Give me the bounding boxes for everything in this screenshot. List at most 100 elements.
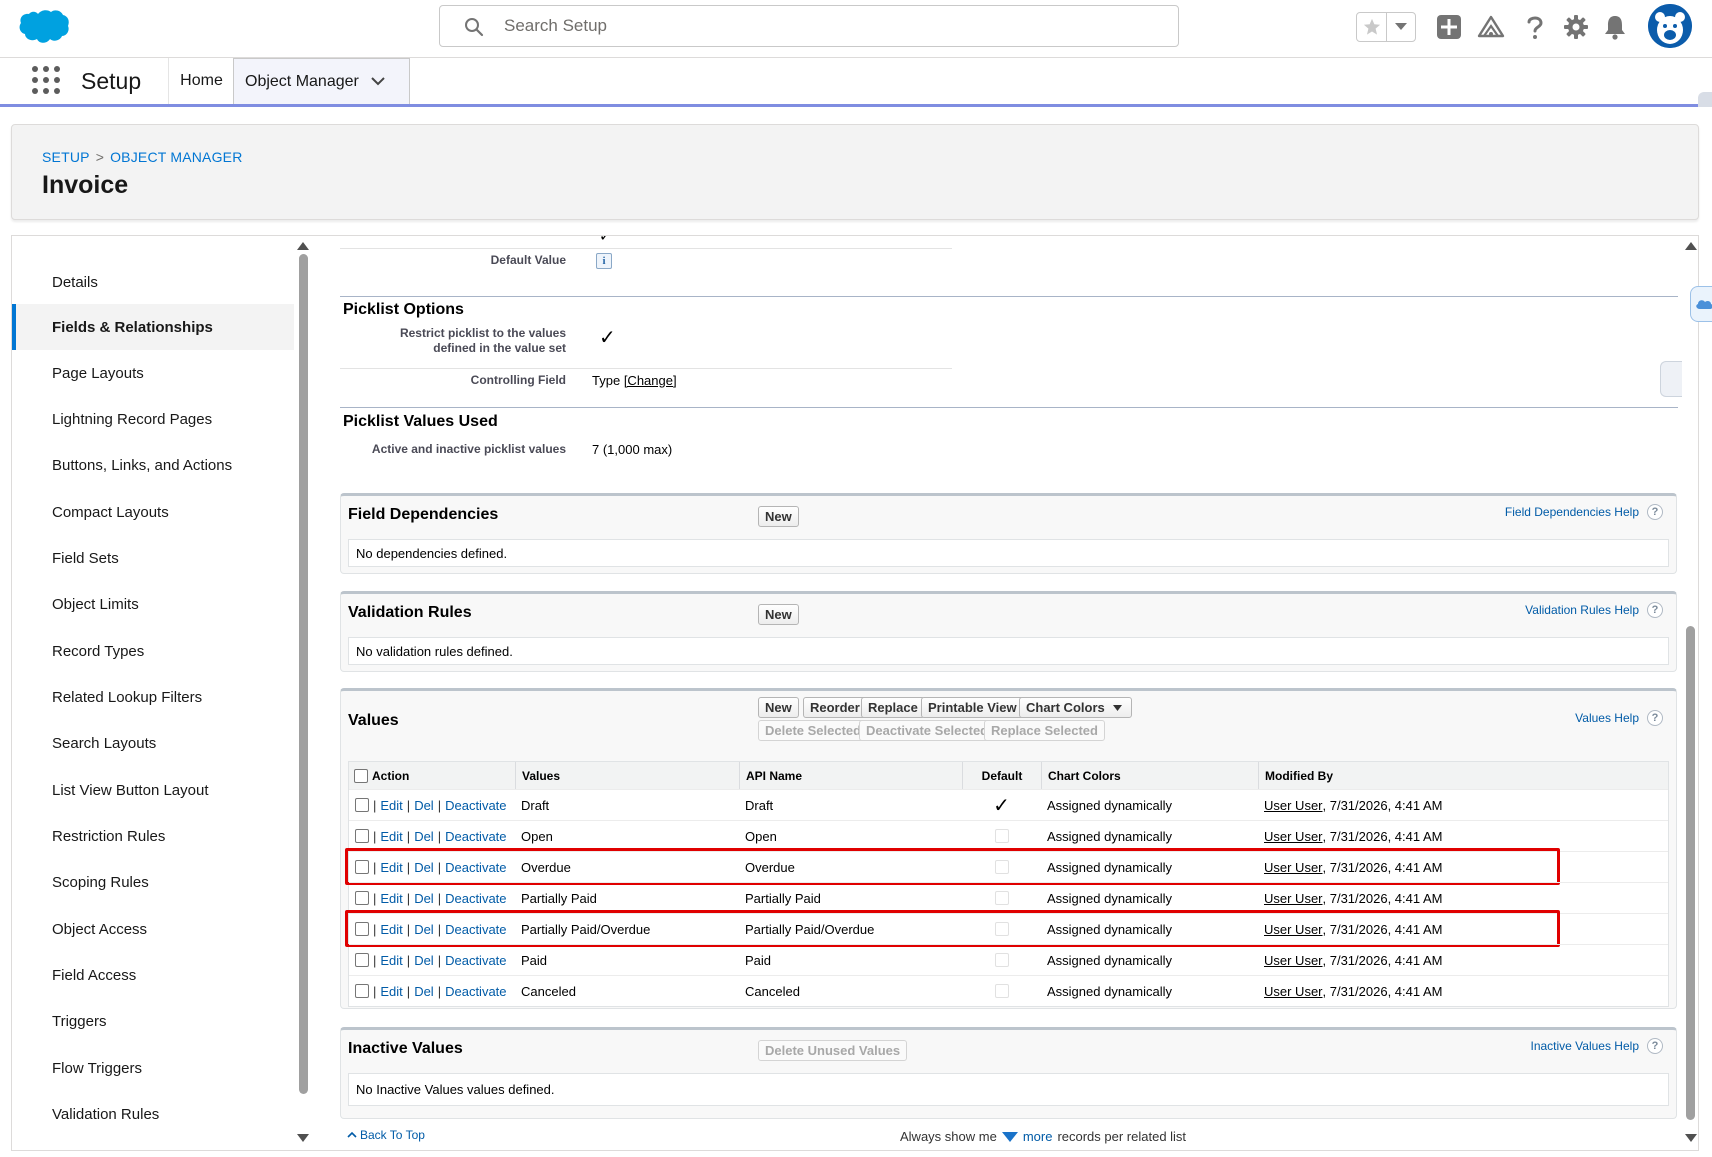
help-icon[interactable] [1520, 12, 1550, 42]
modified-by-user-link[interactable]: User User [1264, 891, 1323, 906]
cloud-handle-icon[interactable] [1690, 286, 1712, 322]
modified-by-user-link[interactable]: User User [1264, 798, 1323, 813]
back-to-top-link[interactable]: Back To Top [347, 1128, 425, 1142]
deactivate-link[interactable]: Deactivate [445, 829, 506, 844]
scroll-up-arrow-icon[interactable] [1685, 242, 1697, 250]
nav-item-buttons-links-actions[interactable]: Buttons, Links, and Actions [12, 442, 294, 488]
deactivate-link[interactable]: Deactivate [445, 798, 506, 813]
del-link[interactable]: Del [414, 922, 434, 937]
col-api-name[interactable]: API Name [739, 762, 962, 789]
col-modified-by[interactable]: Modified By [1258, 762, 1668, 789]
edit-link[interactable]: Edit [380, 984, 402, 999]
tab-object-manager[interactable]: Object Manager [233, 58, 410, 104]
breadcrumb-setup[interactable]: SETUP [42, 149, 90, 165]
edit-link[interactable]: Edit [380, 829, 402, 844]
row-checkbox[interactable] [355, 891, 369, 905]
scroll-down-arrow-icon[interactable] [1685, 1134, 1697, 1142]
nav-item-flow-triggers[interactable]: Flow Triggers [12, 1045, 294, 1091]
trailhead-icon[interactable] [1476, 12, 1506, 42]
scrollbar-thumb[interactable] [1686, 626, 1695, 1120]
avatar[interactable] [1648, 4, 1692, 48]
select-all-checkbox[interactable] [354, 768, 368, 783]
breadcrumb-object-manager[interactable]: OBJECT MANAGER [110, 149, 242, 165]
bell-icon[interactable] [1600, 12, 1630, 42]
row-checkbox[interactable] [355, 829, 369, 843]
del-link[interactable]: Del [414, 860, 434, 875]
edit-link[interactable]: Edit [380, 798, 402, 813]
nav-item-details[interactable]: Details [12, 259, 294, 305]
change-link[interactable]: [Change] [624, 373, 677, 388]
chart-colors-button[interactable]: Chart Colors [1019, 697, 1132, 718]
more-arrow-icon[interactable] [1001, 1131, 1018, 1142]
chevron-down-icon[interactable] [371, 73, 385, 91]
more-link[interactable]: more [1023, 1129, 1053, 1144]
del-link[interactable]: Del [414, 829, 434, 844]
nav-item-compact-layouts[interactable]: Compact Layouts [12, 489, 294, 535]
collapse-tab[interactable] [1660, 361, 1682, 397]
values-new-button[interactable]: New [758, 697, 799, 718]
edit-link[interactable]: Edit [380, 953, 402, 968]
row-checkbox[interactable] [355, 953, 369, 967]
search-input[interactable] [504, 14, 1144, 38]
validation-rules-help-link[interactable]: Validation Rules Help ? [1525, 602, 1663, 618]
reorder-button[interactable]: Reorder [803, 697, 867, 718]
del-link[interactable]: Del [414, 798, 434, 813]
validation-rules-new-button[interactable]: New [758, 604, 799, 625]
nav-item-object-access[interactable]: Object Access [12, 906, 294, 952]
favorites-star-icon[interactable] [1357, 13, 1387, 41]
nav-item-page-layouts[interactable]: Page Layouts [12, 350, 294, 396]
deactivate-link[interactable]: Deactivate [445, 922, 506, 937]
nav-item-field-access[interactable]: Field Access [12, 952, 294, 998]
app-launcher-icon[interactable] [32, 66, 60, 94]
nav-item-validation-rules[interactable]: Validation Rules [12, 1091, 294, 1137]
favorites-dropdown-icon[interactable] [1387, 13, 1415, 41]
col-chart-colors[interactable]: Chart Colors [1041, 762, 1258, 789]
modified-by-user-link[interactable]: User User [1264, 984, 1323, 999]
field-dependencies-help-link[interactable]: Field Dependencies Help ? [1505, 504, 1663, 520]
nav-item-list-view-button-layout[interactable]: List View Button Layout [12, 767, 294, 813]
modified-by-user-link[interactable]: User User [1264, 922, 1323, 937]
search-setup[interactable] [439, 5, 1179, 47]
row-checkbox[interactable] [355, 860, 369, 874]
nav-item-triggers[interactable]: Triggers [12, 998, 294, 1044]
salesforce-logo[interactable] [16, 8, 70, 46]
nav-item-scoping-rules[interactable]: Scoping Rules [12, 859, 294, 905]
nav-item-restriction-rules[interactable]: Restriction Rules [12, 813, 294, 859]
nav-item-field-sets[interactable]: Field Sets [12, 535, 294, 581]
info-icon[interactable]: i [596, 253, 612, 269]
scroll-up-arrow-icon[interactable] [297, 242, 309, 250]
modified-by-user-link[interactable]: User User [1264, 953, 1323, 968]
values-help-link[interactable]: Values Help ? [1575, 710, 1663, 726]
del-link[interactable]: Del [414, 953, 434, 968]
edit-link[interactable]: Edit [380, 922, 402, 937]
gear-icon[interactable] [1561, 12, 1591, 42]
deactivate-link[interactable]: Deactivate [445, 984, 506, 999]
content-scrollbar[interactable] [1683, 236, 1699, 1150]
nav-item-record-types[interactable]: Record Types [12, 628, 294, 674]
nav-item-search-layouts[interactable]: Search Layouts [12, 720, 294, 766]
replace-button[interactable]: Replace [861, 697, 925, 718]
nav-item-fields-relationships[interactable]: Fields & Relationships [12, 304, 294, 350]
field-dependencies-new-button[interactable]: New [758, 506, 799, 527]
deactivate-link[interactable]: Deactivate [445, 891, 506, 906]
col-default[interactable]: Default [962, 762, 1041, 789]
deactivate-link[interactable]: Deactivate [445, 953, 506, 968]
row-checkbox[interactable] [355, 798, 369, 812]
nav-item-object-limits[interactable]: Object Limits [12, 581, 294, 627]
del-link[interactable]: Del [414, 891, 434, 906]
col-values[interactable]: Values [515, 762, 739, 789]
add-icon[interactable] [1434, 12, 1464, 42]
inactive-values-help-link[interactable]: Inactive Values Help ? [1530, 1038, 1663, 1054]
scroll-down-arrow-icon[interactable] [297, 1134, 309, 1142]
scrollbar-thumb[interactable] [299, 254, 308, 1094]
row-checkbox[interactable] [355, 984, 369, 998]
left-nav-scrollbar[interactable] [295, 236, 311, 1150]
row-checkbox[interactable] [355, 922, 369, 936]
modified-by-user-link[interactable]: User User [1264, 860, 1323, 875]
tab-home[interactable]: Home [168, 58, 234, 104]
del-link[interactable]: Del [414, 984, 434, 999]
edit-link[interactable]: Edit [380, 891, 402, 906]
nav-item-related-lookup-filters[interactable]: Related Lookup Filters [12, 674, 294, 720]
modified-by-user-link[interactable]: User User [1264, 829, 1323, 844]
deactivate-link[interactable]: Deactivate [445, 860, 506, 875]
